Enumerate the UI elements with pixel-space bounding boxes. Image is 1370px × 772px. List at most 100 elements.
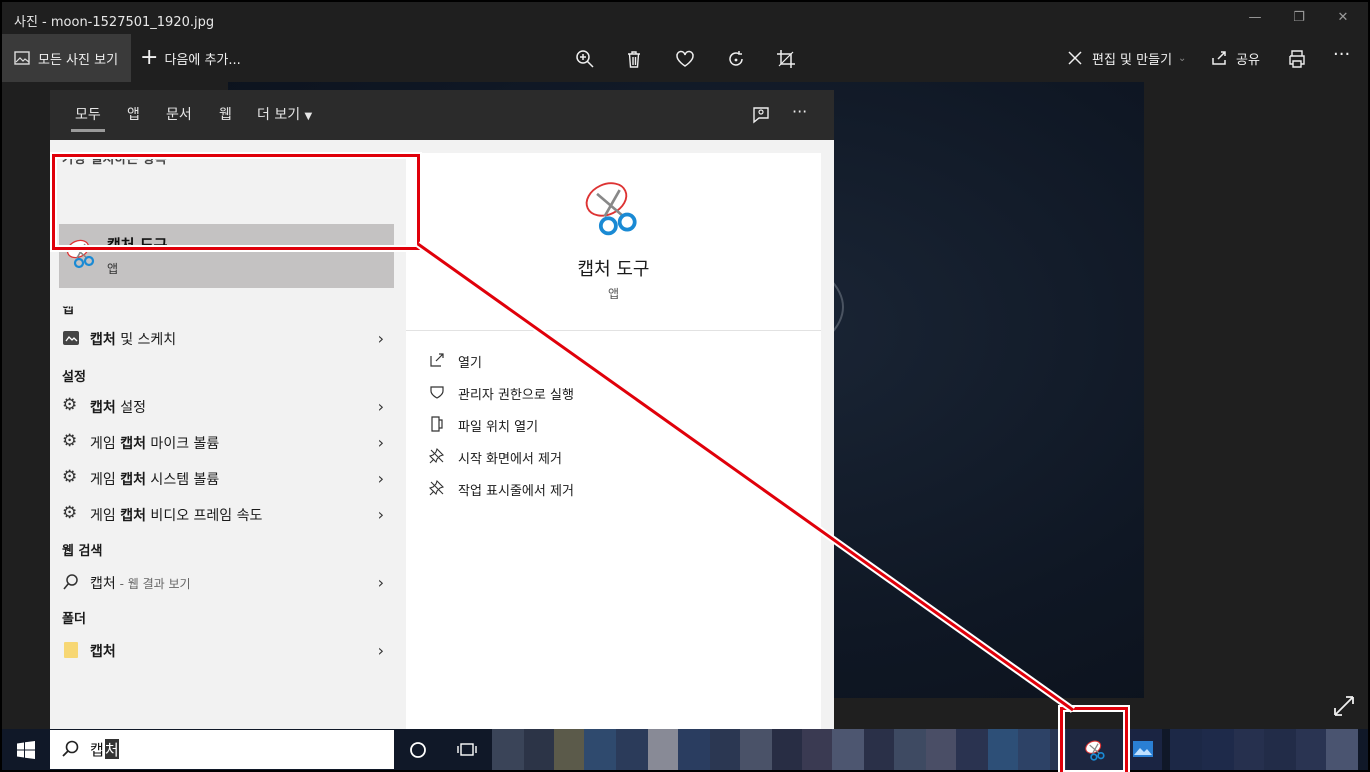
action-open-file-location-label: 파일 위치 열기 <box>458 420 539 435</box>
result-bold-term: 캡처 <box>120 508 146 524</box>
result-bold-term: 캡처 <box>90 644 116 660</box>
pinned-app[interactable] <box>772 729 802 770</box>
restore-button[interactable]: ❐ <box>1276 2 1322 34</box>
chevron-right-icon[interactable]: › <box>378 329 384 348</box>
chevron-right-icon[interactable]: › <box>378 573 384 592</box>
chevron-right-icon[interactable]: › <box>378 433 384 452</box>
tray-app[interactable] <box>1264 729 1296 770</box>
rotate-icon[interactable] <box>725 48 747 70</box>
heart-icon[interactable] <box>674 48 696 70</box>
close-button[interactable]: ✕ <box>1320 2 1366 34</box>
pinned-app[interactable] <box>616 729 648 770</box>
task-view-icon[interactable] <box>457 740 477 760</box>
open-icon <box>430 353 444 367</box>
edit-create-label: 편집 및 만들기 <box>1092 52 1173 68</box>
all-photos-label: 모든 사진 보기 <box>38 52 119 68</box>
chevron-right-icon[interactable]: › <box>378 641 384 660</box>
search-filter-bar: 모두 앱 문서 웹 더 보기 ▼ ··· <box>50 90 834 140</box>
pinned-app[interactable] <box>678 729 710 770</box>
action-unpin-taskbar[interactable]: 작업 표시줄에서 제거 <box>428 476 788 500</box>
result-label-rest: 시스템 볼륨 <box>145 472 220 488</box>
all-photos-button[interactable]: 모든 사진 보기 <box>2 34 131 82</box>
print-icon[interactable] <box>1286 48 1308 70</box>
tray-app[interactable] <box>1326 729 1358 770</box>
chevron-right-icon[interactable]: › <box>378 397 384 416</box>
pinned-app[interactable] <box>554 729 584 770</box>
plus-icon: + <box>140 45 159 70</box>
crop-icon[interactable] <box>775 48 797 70</box>
apps-header: 앱 <box>62 302 74 317</box>
pinned-app[interactable] <box>492 729 524 770</box>
tab-documents[interactable]: 문서 <box>166 90 192 140</box>
tab-web[interactable]: 웹 <box>219 90 232 140</box>
pinned-app[interactable] <box>740 729 772 770</box>
snip-sketch-icon <box>63 331 79 345</box>
pinned-app[interactable] <box>864 729 894 770</box>
action-open[interactable]: 열기 <box>428 348 788 372</box>
add-to-button[interactable]: + 다음에 추가... <box>140 34 250 82</box>
unpin-icon <box>428 447 445 464</box>
more-options-icon[interactable]: ··· <box>1333 44 1355 66</box>
pinned-app[interactable] <box>926 729 956 770</box>
pinned-app[interactable] <box>524 729 554 770</box>
pinned-app[interactable] <box>1018 729 1050 770</box>
tray-app[interactable] <box>1202 729 1234 770</box>
tab-apps[interactable]: 앱 <box>127 90 140 140</box>
result-game-capture-system[interactable]: ⚙ 게임 캡처 시스템 볼륨 › <box>50 460 390 496</box>
tab-more[interactable]: 더 보기 ▼ <box>257 90 312 140</box>
action-open-file-location[interactable]: 파일 위치 열기 <box>428 412 788 436</box>
search-icon <box>62 740 79 757</box>
tab-all[interactable]: 모두 <box>71 90 105 140</box>
result-web-search[interactable]: 캡처 - 웹 결과 보기 › <box>50 564 390 600</box>
file-location-icon <box>431 416 443 432</box>
result-label-pre: 게임 <box>90 472 121 488</box>
start-button[interactable] <box>2 729 50 770</box>
pinned-app[interactable] <box>710 729 740 770</box>
result-bold-term: 캡처 <box>90 332 116 348</box>
share-button[interactable]: 공유 <box>1210 34 1270 82</box>
result-folder-capture[interactable]: 캡처 › <box>50 632 390 668</box>
tray-app[interactable] <box>1234 729 1264 770</box>
action-unpin-taskbar-label: 작업 표시줄에서 제거 <box>458 484 574 499</box>
pinned-app[interactable] <box>832 729 864 770</box>
result-label-pre: 게임 <box>90 508 121 524</box>
result-snip-sketch[interactable]: 캡처 및 스케치 › <box>50 320 390 356</box>
action-run-as-admin-label: 관리자 권한으로 실행 <box>458 388 574 403</box>
search-query-text: 캡처 <box>90 739 119 760</box>
chevron-right-icon[interactable]: › <box>378 505 384 524</box>
tray-app[interactable] <box>1296 729 1326 770</box>
more-options-icon[interactable]: ··· <box>792 102 814 124</box>
photo-icon <box>14 51 30 65</box>
pinned-app[interactable] <box>956 729 988 770</box>
zoom-in-icon[interactable] <box>574 48 596 70</box>
pinned-app[interactable] <box>894 729 926 770</box>
window-title: 사진 - moon-1527501_1920.jpg <box>14 15 215 30</box>
cortana-icon[interactable] <box>409 741 427 759</box>
delete-icon[interactable] <box>623 48 645 70</box>
pinned-photos-app[interactable] <box>1126 729 1162 770</box>
result-label-rest: 마이크 볼륨 <box>145 436 220 452</box>
edit-tools-icon <box>1068 51 1082 65</box>
feedback-icon[interactable] <box>750 104 772 126</box>
pinned-app[interactable] <box>648 729 678 770</box>
result-bold-term: 캡처 <box>120 472 146 488</box>
result-game-capture-fps[interactable]: ⚙ 게임 캡처 비디오 프레임 속도 › <box>50 496 390 532</box>
fullscreen-expand-icon[interactable] <box>1332 694 1356 718</box>
action-run-as-admin[interactable]: 관리자 권한으로 실행 <box>428 380 788 404</box>
result-capture-settings[interactable]: ⚙ 캡처 설정 › <box>50 388 390 424</box>
chevron-right-icon[interactable]: › <box>378 469 384 488</box>
tray-app[interactable] <box>1170 729 1202 770</box>
folders-header: 폴더 <box>62 612 86 627</box>
edit-create-button[interactable]: 편집 및 만들기 ⌄ <box>1066 34 1196 82</box>
search-icon <box>63 574 78 590</box>
taskbar-search-input[interactable]: 캡처 <box>50 730 394 769</box>
minimize-button[interactable]: — <box>1232 2 1278 34</box>
result-game-capture-mic[interactable]: ⚙ 게임 캡처 마이크 볼륨 › <box>50 424 390 460</box>
caret-down-icon: ▼ <box>304 111 313 122</box>
pinned-app[interactable] <box>988 729 1018 770</box>
pinned-app[interactable] <box>802 729 832 770</box>
pinned-app[interactable] <box>584 729 616 770</box>
settings-header: 설정 <box>62 370 86 385</box>
action-unpin-start[interactable]: 시작 화면에서 제거 <box>428 444 788 468</box>
gear-icon: ⚙ <box>62 431 78 451</box>
